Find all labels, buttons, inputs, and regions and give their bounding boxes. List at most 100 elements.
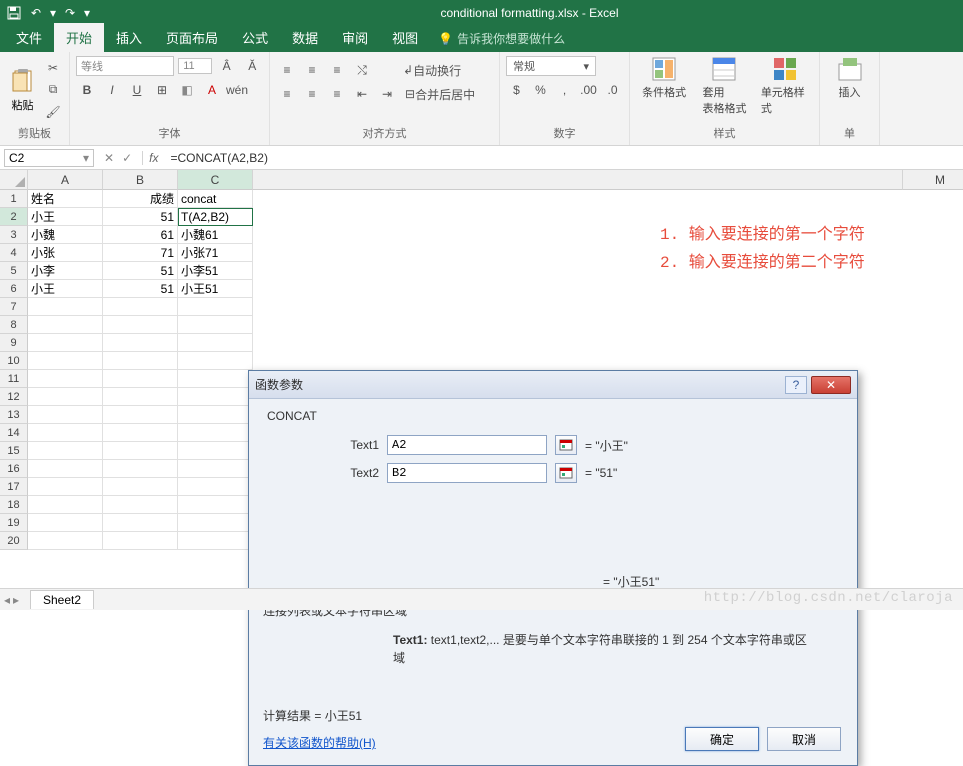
arg1-range-button[interactable] (555, 435, 577, 455)
redo-icon[interactable]: ↷ (62, 5, 78, 21)
cell[interactable] (178, 406, 253, 424)
row-head[interactable]: 18 (0, 496, 28, 514)
comma-icon[interactable]: , (554, 80, 575, 100)
cell-styles-button[interactable]: 单元格样式 (761, 56, 809, 123)
cell[interactable]: 71 (103, 244, 178, 262)
row-head[interactable]: 10 (0, 352, 28, 370)
table-format-button[interactable]: 套用 表格格式 (700, 56, 748, 123)
align-left-icon[interactable]: ≡ (276, 84, 298, 104)
cell[interactable]: 51 (103, 262, 178, 280)
cell[interactable] (178, 298, 253, 316)
cell[interactable]: 61 (103, 226, 178, 244)
align-bottom-icon[interactable]: ≡ (326, 60, 348, 80)
cell[interactable] (28, 478, 103, 496)
col-head-gap[interactable] (253, 170, 903, 190)
cancel-button[interactable]: 取消 (767, 727, 841, 751)
increase-font-icon[interactable]: Â (216, 56, 238, 76)
cell[interactable]: 51 (103, 280, 178, 298)
cell[interactable] (103, 406, 178, 424)
cell[interactable] (178, 334, 253, 352)
cell[interactable] (178, 514, 253, 532)
cell[interactable] (103, 388, 178, 406)
tab-home[interactable]: 开始 (54, 23, 104, 52)
cell[interactable] (103, 424, 178, 442)
row-head[interactable]: 14 (0, 424, 28, 442)
cell[interactable] (28, 316, 103, 334)
tab-layout[interactable]: 页面布局 (154, 23, 230, 52)
accept-formula-icon[interactable]: ✓ (122, 151, 132, 165)
phonetic-button[interactable]: wén (226, 80, 248, 100)
align-middle-icon[interactable]: ≡ (301, 60, 323, 80)
cell[interactable]: T(A2,B2) (178, 208, 253, 226)
italic-button[interactable]: I (101, 80, 123, 100)
cell[interactable] (28, 514, 103, 532)
cell[interactable] (178, 316, 253, 334)
cell[interactable]: 小李51 (178, 262, 253, 280)
cell[interactable] (178, 496, 253, 514)
cell[interactable] (178, 442, 253, 460)
cell[interactable]: 小王 (28, 280, 103, 298)
conditional-format-button[interactable]: 条件格式 (640, 56, 688, 123)
row-head[interactable]: 6 (0, 280, 28, 298)
row-head[interactable]: 2 (0, 208, 28, 226)
cell[interactable] (28, 424, 103, 442)
cell[interactable]: 51 (103, 208, 178, 226)
increase-indent-icon[interactable]: ⇥ (376, 84, 398, 104)
cell[interactable] (103, 316, 178, 334)
save-icon[interactable] (6, 5, 22, 21)
copy-icon[interactable]: ⧉ (43, 80, 63, 100)
font-name-combo[interactable]: 等线 (76, 56, 174, 76)
paste-button[interactable]: 粘贴 (6, 56, 39, 123)
align-center-icon[interactable]: ≡ (301, 84, 323, 104)
cell[interactable] (28, 388, 103, 406)
cell[interactable]: 小魏61 (178, 226, 253, 244)
cell[interactable] (178, 370, 253, 388)
tab-data[interactable]: 数据 (280, 23, 330, 52)
arg1-input[interactable] (387, 435, 547, 455)
dialog-title-bar[interactable]: 函数参数 ? ✕ (249, 371, 857, 399)
row-head[interactable]: 15 (0, 442, 28, 460)
cell[interactable] (178, 352, 253, 370)
formula-input[interactable]: =CONCAT(A2,B2) (164, 151, 963, 165)
cancel-formula-icon[interactable]: ✕ (104, 151, 114, 165)
row-head[interactable]: 9 (0, 334, 28, 352)
dialog-help-button[interactable]: ? (785, 376, 807, 394)
cell[interactable]: concat (178, 190, 253, 208)
underline-button[interactable]: U (126, 80, 148, 100)
orientation-icon[interactable]: ⤭ (351, 60, 373, 80)
arg2-input[interactable] (387, 463, 547, 483)
cell[interactable] (28, 532, 103, 550)
row-head[interactable]: 8 (0, 316, 28, 334)
cell[interactable] (28, 442, 103, 460)
cell[interactable] (103, 334, 178, 352)
cell[interactable] (28, 370, 103, 388)
arg2-range-button[interactable] (555, 463, 577, 483)
cell[interactable] (28, 352, 103, 370)
cell[interactable]: 小王51 (178, 280, 253, 298)
cell[interactable]: 小魏 (28, 226, 103, 244)
row-head[interactable]: 11 (0, 370, 28, 388)
tab-file[interactable]: 文件 (4, 23, 54, 52)
border-button[interactable]: ⊞ (151, 80, 173, 100)
ok-button[interactable]: 确定 (685, 727, 759, 751)
row-head[interactable]: 16 (0, 460, 28, 478)
bold-button[interactable]: B (76, 80, 98, 100)
cell[interactable] (28, 334, 103, 352)
col-head-b[interactable]: B (103, 170, 178, 190)
row-head[interactable]: 7 (0, 298, 28, 316)
name-box[interactable]: C2▾ (4, 149, 94, 167)
cell[interactable] (178, 478, 253, 496)
function-help-link[interactable]: 有关该函数的帮助(H) (263, 736, 376, 750)
cell[interactable] (28, 298, 103, 316)
decrease-indent-icon[interactable]: ⇤ (351, 84, 373, 104)
row-head[interactable]: 4 (0, 244, 28, 262)
cell[interactable] (103, 370, 178, 388)
sheet-nav-prev-icon[interactable]: ◂ (4, 593, 10, 607)
cell[interactable]: 小李 (28, 262, 103, 280)
col-head-m[interactable]: M (903, 170, 963, 190)
cell[interactable] (28, 406, 103, 424)
tellme-search[interactable]: 💡 告诉我你想要做什么 (430, 25, 573, 52)
cell[interactable]: 成绩 (103, 190, 178, 208)
cell[interactable] (103, 460, 178, 478)
cell[interactable] (178, 388, 253, 406)
